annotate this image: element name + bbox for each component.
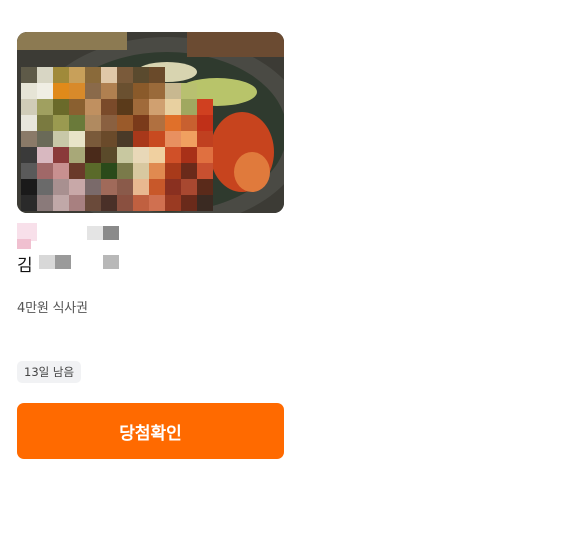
redacted-block xyxy=(55,255,71,269)
product-subtitle: 4만원 식사권 xyxy=(17,301,88,316)
days-left-badge: 13일 남음 xyxy=(17,361,82,383)
redacted-block xyxy=(17,239,31,249)
food-photo-icon xyxy=(17,32,284,213)
redacted-block xyxy=(39,255,55,269)
check-win-button[interactable]: 당첨확인 xyxy=(17,403,284,459)
redacted-block xyxy=(87,226,103,240)
product-title-row: 김 xyxy=(17,223,284,283)
product-image[interactable] xyxy=(17,32,284,213)
product-title: 김 xyxy=(17,256,33,276)
redacted-block xyxy=(103,226,119,240)
product-card[interactable]: 김 4만원 식사권 13일 남음 당첨확인 xyxy=(17,32,284,459)
redacted-block xyxy=(103,255,119,269)
